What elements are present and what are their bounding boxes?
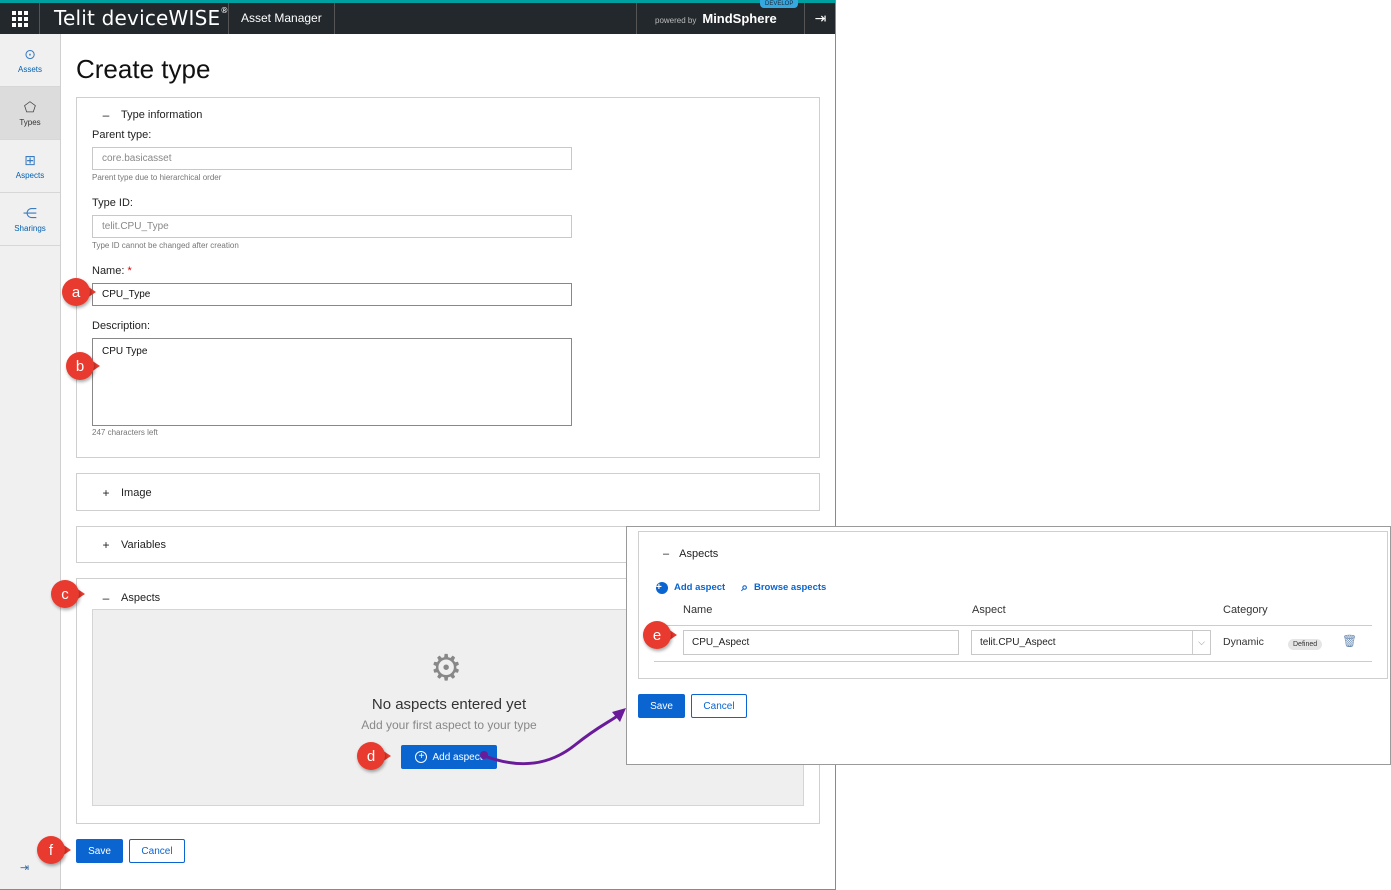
column-header-name: Name xyxy=(683,604,713,616)
callout-label: c xyxy=(51,580,79,608)
assets-icon: ⊙ xyxy=(24,45,36,62)
aspect-select-value: telit.CPU_Aspect xyxy=(980,637,1056,648)
image-toggle[interactable]: + Image xyxy=(101,486,152,500)
collapse-icon: – xyxy=(663,548,670,560)
type-information-toggle[interactable]: – Type information xyxy=(101,108,203,122)
save-button[interactable]: Save xyxy=(76,839,123,863)
sidebar-item-label: Sharings xyxy=(14,223,46,233)
logout-icon[interactable]: ⇥ xyxy=(804,3,835,34)
status-badge: Defined xyxy=(1288,639,1323,650)
aspects-detail-overlay: – Aspects + Add aspect ⌕ Browse aspects … xyxy=(626,526,1391,765)
panel-title: Image xyxy=(121,487,152,499)
aspects-icon: ⊞ xyxy=(24,151,36,168)
callout-f: f xyxy=(37,836,71,864)
expand-icon: + xyxy=(102,486,110,500)
sidebar-item-label: Types xyxy=(19,117,41,127)
page-title: Create type xyxy=(76,54,211,84)
type-id-label: Type ID: xyxy=(92,197,133,209)
callout-label: b xyxy=(66,352,94,380)
panel-title: Aspects xyxy=(679,548,719,560)
callout-b: b xyxy=(66,352,100,380)
aspects-toggle[interactable]: – Aspects xyxy=(101,591,160,605)
sharings-icon: ⋲ xyxy=(23,204,37,221)
sidebar-item-label: Aspects xyxy=(15,170,45,180)
sidebar-item-types[interactable]: ⬠ Types xyxy=(0,87,60,140)
add-aspect-link[interactable]: + Add aspect xyxy=(656,580,725,595)
app-launcher-icon[interactable] xyxy=(0,3,40,34)
sidebar-item-sharings[interactable]: ⋲ Sharings xyxy=(0,193,60,246)
row-divider xyxy=(654,661,1372,662)
callout-label: a xyxy=(62,278,90,306)
sidebar-item-aspects[interactable]: ⊞ Aspects xyxy=(0,140,60,193)
column-header-aspect: Aspect xyxy=(972,604,1006,616)
type-id-field: telit.CPU_Type xyxy=(92,215,572,238)
brand-logo: Telit deviceWISE® xyxy=(54,6,229,30)
top-bar: Telit deviceWISE® Asset Manager powered … xyxy=(0,0,835,34)
type-information-panel: – Type information Parent type: core.bas… xyxy=(76,97,820,458)
callout-c: c xyxy=(51,580,85,608)
callout-a: a xyxy=(62,278,96,306)
panel-title: Aspects xyxy=(121,592,161,604)
name-input[interactable]: CPU_Type xyxy=(92,283,572,306)
trash-icon[interactable]: 🗑 xyxy=(1342,634,1357,648)
expand-icon: + xyxy=(102,538,110,552)
button-label: Add aspect xyxy=(432,751,483,763)
sidebar-item-label: Assets xyxy=(17,64,42,74)
sidebar: ⊙ Assets ⬠ Types ⊞ Aspects ⋲ Sharings ⇥ xyxy=(0,34,61,889)
callout-d: d xyxy=(357,742,391,770)
panel-title: Variables xyxy=(121,539,167,551)
aspect-category: Dynamic xyxy=(1223,636,1264,648)
browse-aspects-link[interactable]: ⌕ Browse aspects xyxy=(741,580,826,595)
header-divider xyxy=(654,625,1372,626)
connector-arrow xyxy=(480,708,626,766)
plus-circle-icon: + xyxy=(656,581,668,594)
aspects-detail-panel: – Aspects + Add aspect ⌕ Browse aspects … xyxy=(638,531,1388,679)
description-char-count: 247 characters left xyxy=(92,428,158,437)
chevron-down-icon[interactable]: ⌵ xyxy=(1192,631,1210,654)
plus-circle-icon: + xyxy=(415,751,428,763)
aspect-actions: + Add aspect ⌕ Browse aspects xyxy=(656,580,826,595)
callout-label: d xyxy=(357,742,385,770)
parent-type-field: core.basicasset xyxy=(92,147,572,170)
gear-icon: ⚙ xyxy=(430,647,463,688)
powered-by-label: powered by xyxy=(655,15,697,25)
image-panel: + Image xyxy=(76,473,820,511)
callout-label: e xyxy=(643,621,671,649)
search-icon: ⌕ xyxy=(741,580,748,594)
parent-type-label: Parent type: xyxy=(92,129,152,141)
types-icon: ⬠ xyxy=(23,98,37,115)
description-label: Description: xyxy=(92,320,151,332)
name-label: Name: * xyxy=(92,265,132,277)
aspect-select[interactable]: telit.CPU_Aspect ⌵ xyxy=(971,630,1211,655)
callout-label: f xyxy=(37,836,65,864)
column-header-category: Category xyxy=(1223,604,1268,616)
callout-e: e xyxy=(643,621,677,649)
link-label: Add aspect xyxy=(674,582,726,593)
cancel-button[interactable]: Cancel xyxy=(129,839,185,863)
environment-badge: DEVELOP xyxy=(760,0,799,8)
collapse-icon: – xyxy=(102,591,110,605)
overlay-cancel-button[interactable]: Cancel xyxy=(691,694,747,718)
panel-title: Type information xyxy=(121,109,203,121)
parent-type-hint: Parent type due to hierarchical order xyxy=(92,173,222,182)
overlay-save-button[interactable]: Save xyxy=(638,694,685,718)
sidebar-item-assets[interactable]: ⊙ Assets xyxy=(0,34,60,87)
app-name[interactable]: Asset Manager xyxy=(228,3,335,34)
variables-toggle[interactable]: + Variables xyxy=(101,538,166,552)
type-id-hint: Type ID cannot be changed after creation xyxy=(92,241,239,250)
link-label: Browse aspects xyxy=(753,582,827,593)
description-textarea[interactable]: CPU Type xyxy=(92,338,572,426)
platform-name: MindSphere xyxy=(702,11,777,26)
required-marker: * xyxy=(127,265,132,277)
collapse-sidebar-icon[interactable]: ⇥ xyxy=(20,861,29,874)
aspects-toggle[interactable]: – Aspects xyxy=(663,548,718,560)
collapse-icon: – xyxy=(102,108,110,122)
aspect-name-input[interactable]: CPU_Aspect xyxy=(683,630,959,655)
